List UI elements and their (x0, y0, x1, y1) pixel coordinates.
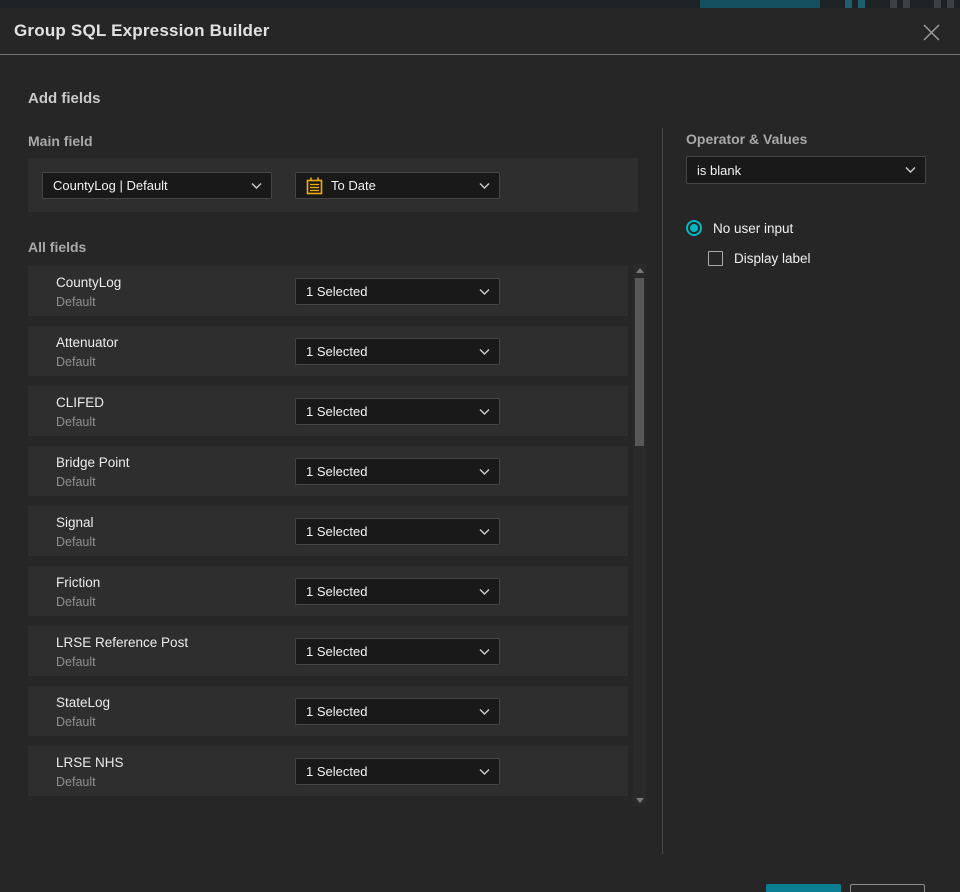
field-selected-dropdown[interactable]: 1 Selected (295, 698, 500, 725)
field-selected-dropdown[interactable]: 1 Selected (295, 758, 500, 785)
no-user-input-radio[interactable]: No user input (686, 220, 793, 236)
field-row: LRSE Reference Post Default 1 Selected (28, 626, 628, 676)
field-row: CountyLog Default 1 Selected (28, 266, 628, 316)
chevron-down-icon (905, 167, 916, 173)
field-name: Friction (56, 575, 101, 590)
field-selected-dropdown[interactable]: 1 Selected (295, 398, 500, 425)
field-selected-dropdown[interactable]: 1 Selected (295, 338, 500, 365)
field-layer: Default (56, 295, 96, 309)
chevron-down-icon (479, 408, 490, 415)
chevron-down-icon (479, 468, 490, 475)
field-selected-dropdown[interactable]: 1 Selected (295, 578, 500, 605)
field-selected-dropdown[interactable]: 1 Selected (295, 278, 500, 305)
radio-selected-icon (686, 220, 702, 236)
field-layer: Default (56, 775, 96, 789)
no-user-input-label: No user input (713, 220, 794, 236)
field-layer: Default (56, 595, 96, 609)
main-field-label: Main field (28, 133, 93, 149)
field-selected-value: 1 Selected (306, 284, 368, 299)
dialog-title: Group SQL Expression Builder (14, 21, 270, 40)
field-selected-dropdown[interactable]: 1 Selected (295, 518, 500, 545)
all-fields-label: All fields (28, 239, 87, 255)
scroll-up-arrow-icon[interactable] (633, 264, 646, 276)
all-fields-list: CountyLog Default 1 Selected Attenuator … (28, 266, 628, 796)
field-selected-dropdown[interactable]: 1 Selected (295, 638, 500, 665)
field-layer: Default (56, 355, 96, 369)
ok-button[interactable]: OK (766, 884, 841, 892)
chevron-down-icon (479, 648, 490, 655)
field-layer: Default (56, 535, 96, 549)
checkbox-unchecked-icon (708, 251, 723, 266)
calendar-icon (306, 177, 323, 194)
field-name: Signal (56, 515, 94, 530)
operator-select[interactable]: is blank (686, 156, 926, 184)
field-selected-value: 1 Selected (306, 404, 368, 419)
toolbar-icon (845, 0, 852, 8)
field-selected-dropdown[interactable]: 1 Selected (295, 458, 500, 485)
chevron-down-icon (479, 348, 490, 355)
field-name: CountyLog (56, 275, 122, 290)
toolbar-icon (858, 0, 865, 8)
toolbar-icon (934, 0, 941, 8)
operator-values-label: Operator & Values (686, 131, 808, 147)
main-field-value-select-value: To Date (331, 178, 376, 193)
field-layer: Default (56, 415, 96, 429)
toolbar-icon (890, 0, 897, 8)
chevron-down-icon (251, 182, 262, 189)
chevron-down-icon (479, 708, 490, 715)
toolbar-icon (947, 0, 954, 8)
field-name: StateLog (56, 695, 111, 710)
operator-select-value: is blank (697, 162, 742, 178)
list-scrollbar[interactable] (633, 264, 646, 806)
chevron-down-icon (479, 768, 490, 775)
display-label-label: Display label (734, 251, 811, 266)
main-field-select[interactable]: CountyLog | Default (42, 172, 272, 199)
cancel-button[interactable]: Cancel (850, 884, 925, 892)
field-row: LRSE NHS Default 1 Selected (28, 746, 628, 796)
main-field-panel: CountyLog | Default To Date (28, 158, 638, 212)
live-view-button[interactable]: Live view (700, 0, 820, 8)
field-row: Signal Default 1 Selected (28, 506, 628, 556)
field-selected-value: 1 Selected (306, 584, 368, 599)
scrollbar-thumb[interactable] (635, 278, 644, 446)
close-button[interactable] (920, 21, 942, 43)
field-layer: Default (56, 715, 96, 729)
chevron-down-icon (479, 588, 490, 595)
chevron-down-icon (479, 528, 490, 535)
main-field-value-select[interactable]: To Date (295, 172, 500, 199)
field-selected-value: 1 Selected (306, 644, 368, 659)
column-divider (662, 128, 663, 854)
group-sql-expression-builder-dialog: Group SQL Expression Builder Add fields … (0, 8, 960, 892)
chevron-down-icon (479, 182, 490, 189)
field-row: Friction Default 1 Selected (28, 566, 628, 616)
field-selected-value: 1 Selected (306, 764, 368, 779)
dialog-body: Add fields Main field CountyLog | Defaul… (0, 56, 960, 892)
main-field-select-value: CountyLog | Default (53, 178, 168, 193)
field-selected-value: 1 Selected (306, 704, 368, 719)
field-selected-value: 1 Selected (306, 524, 368, 539)
display-label-checkbox[interactable]: Display label (708, 251, 811, 266)
field-layer: Default (56, 475, 96, 489)
background-app-bar: Live view (0, 0, 960, 8)
field-name: LRSE NHS (56, 755, 124, 770)
chevron-down-icon (479, 288, 490, 295)
field-name: Attenuator (56, 335, 119, 350)
field-name: LRSE Reference Post (56, 635, 189, 650)
field-selected-value: 1 Selected (306, 464, 368, 479)
dialog-header: Group SQL Expression Builder (0, 8, 960, 55)
field-row: StateLog Default 1 Selected (28, 686, 628, 736)
field-layer: Default (56, 655, 96, 669)
field-selected-value: 1 Selected (306, 344, 368, 359)
section-title: Add fields (28, 90, 101, 107)
field-row: Attenuator Default 1 Selected (28, 326, 628, 376)
scroll-down-arrow-icon[interactable] (633, 794, 646, 806)
close-icon (923, 24, 939, 40)
field-name: CLIFED (56, 395, 105, 410)
field-name: Bridge Point (56, 455, 130, 470)
toolbar-icon (903, 0, 910, 8)
field-row: Bridge Point Default 1 Selected (28, 446, 628, 496)
field-row: CLIFED Default 1 Selected (28, 386, 628, 436)
dialog-footer: OK Cancel (766, 884, 925, 892)
